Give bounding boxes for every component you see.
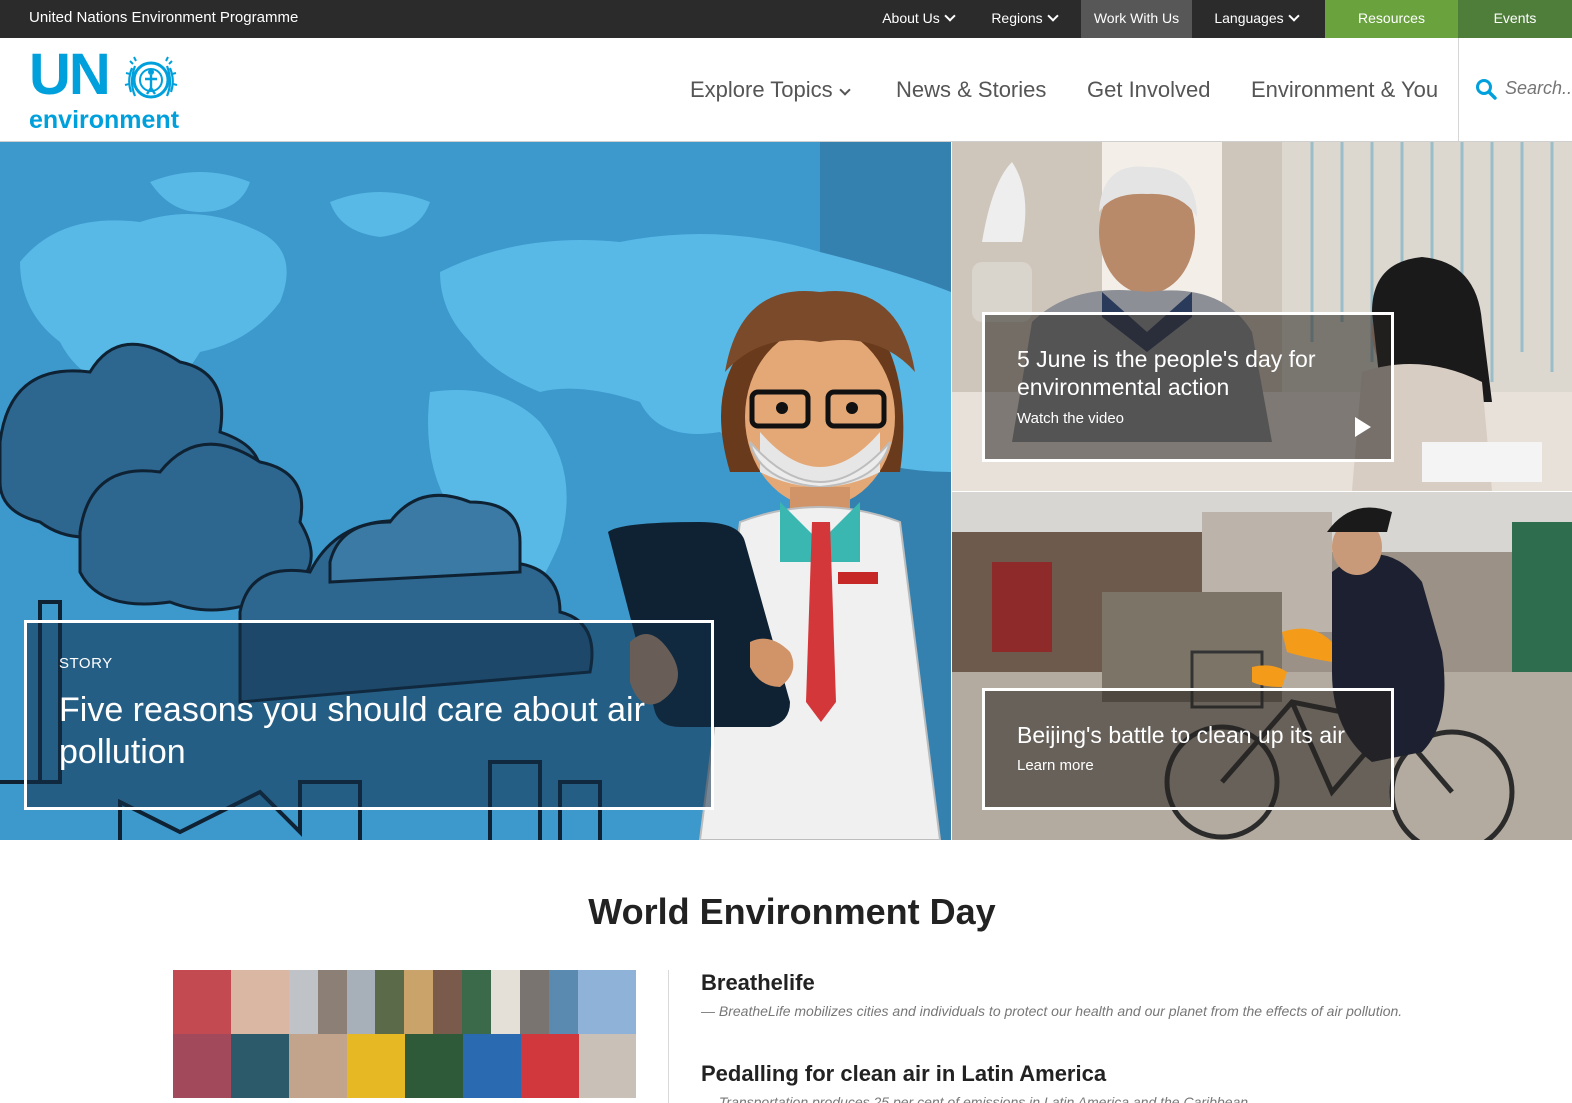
mosaic-tile (347, 970, 375, 1034)
explore-topics-label: Explore Topics (690, 77, 833, 102)
topbar-events[interactable]: Events (1458, 0, 1572, 38)
mosaic-tile (405, 1034, 463, 1098)
article-title[interactable]: Pedalling for clean air in Latin America (701, 1061, 1421, 1087)
mosaic-tile (404, 970, 433, 1034)
photo-mosaic[interactable] (173, 970, 636, 1103)
mosaic-tile (462, 970, 491, 1034)
mosaic-tile (579, 1034, 636, 1098)
topbar-work-with-us[interactable]: Work With Us (1081, 0, 1192, 38)
mosaic-tile (491, 970, 520, 1034)
topbar-regions[interactable]: Regions (980, 0, 1068, 38)
search-box (1458, 38, 1572, 141)
un-emblem-icon (124, 56, 178, 99)
resources-label: Resources (1358, 10, 1425, 26)
main-story-headline[interactable]: Five reasons you should care about air p… (59, 689, 699, 773)
utility-bar: United Nations Environment Programme Abo… (0, 0, 1572, 38)
section-divider (668, 970, 669, 1103)
mosaic-tile (289, 970, 318, 1034)
search-icon[interactable] (1475, 78, 1497, 100)
article-description: — Transportation produces 25 per cent of… (701, 1094, 1252, 1103)
topbar-resources[interactable]: Resources (1325, 0, 1458, 38)
story-kicker: STORY (59, 655, 113, 672)
main-story-card[interactable]: STORY Five reasons you should care about… (24, 620, 714, 810)
nav-news-stories[interactable]: News & Stories (896, 76, 1046, 104)
article-description: — BreatheLife mobilizes cities and indiv… (701, 1003, 1403, 1019)
logo-environment-text: environment (29, 106, 180, 134)
chevron-down-icon (1287, 10, 1300, 22)
hero-main-story[interactable]: STORY Five reasons you should care about… (0, 142, 951, 840)
learn-more-link[interactable]: Learn more (1017, 757, 1094, 774)
topbar-about-us[interactable]: About Us (868, 0, 968, 38)
mosaic-tile (520, 970, 549, 1034)
beijing-title[interactable]: Beijing's battle to clean up its air (1017, 721, 1377, 749)
mosaic-tile (173, 1034, 231, 1098)
nav-explore-topics[interactable]: Explore Topics (690, 76, 851, 104)
mosaic-tile (549, 970, 578, 1034)
about-us-label: About Us (882, 10, 940, 26)
article-item[interactable]: Breathelife — BreatheLife mobilizes citi… (701, 970, 1421, 1024)
logo-un-text: UN (29, 42, 111, 107)
chevron-down-icon (1047, 10, 1059, 22)
mosaic-tile (231, 970, 289, 1034)
mosaic-tile (463, 1034, 521, 1098)
people-day-title[interactable]: 5 June is the people's day for environme… (1017, 345, 1377, 401)
org-name[interactable]: United Nations Environment Programme (29, 0, 298, 36)
chevron-down-icon (944, 10, 956, 22)
chevron-down-icon (839, 84, 851, 96)
nav-get-involved[interactable]: Get Involved (1087, 76, 1211, 104)
un-environment-logo[interactable]: UN environment (29, 42, 189, 135)
hero-people-day-card[interactable]: 5 June is the people's day for environme… (952, 142, 1572, 491)
article-item[interactable]: Pedalling for clean air in Latin America… (701, 1061, 1421, 1103)
watch-video-link[interactable]: Watch the video (1017, 410, 1124, 427)
mosaic-tile (231, 1034, 289, 1098)
mosaic-tile (578, 970, 636, 1034)
work-with-us-label: Work With Us (1093, 10, 1180, 26)
mosaic-tile (318, 970, 347, 1034)
beijing-card-box[interactable]: Beijing's battle to clean up its air Lea… (982, 688, 1394, 810)
mosaic-tile (521, 1034, 579, 1098)
mosaic-tile (433, 970, 462, 1034)
mosaic-tile (173, 970, 231, 1034)
regions-label: Regions (991, 10, 1043, 26)
nav-environment-you[interactable]: Environment & You (1251, 76, 1438, 104)
mosaic-tile (375, 970, 404, 1034)
topbar-languages[interactable]: Languages (1200, 0, 1312, 38)
languages-label: Languages (1214, 10, 1284, 26)
people-day-card-box[interactable]: 5 June is the people's day for environme… (982, 312, 1394, 462)
mosaic-tile (289, 1034, 347, 1098)
article-title[interactable]: Breathelife (701, 970, 1421, 996)
hero-beijing-card[interactable]: Beijing's battle to clean up its air Lea… (952, 492, 1572, 840)
play-icon[interactable] (1355, 417, 1371, 437)
events-label: Events (1493, 10, 1537, 26)
mosaic-tile (347, 1034, 405, 1098)
section-title: World Environment Day (588, 891, 996, 932)
site-header: UN environment Explore Topics News & Sto… (0, 38, 1572, 142)
search-input[interactable] (1505, 76, 1572, 100)
